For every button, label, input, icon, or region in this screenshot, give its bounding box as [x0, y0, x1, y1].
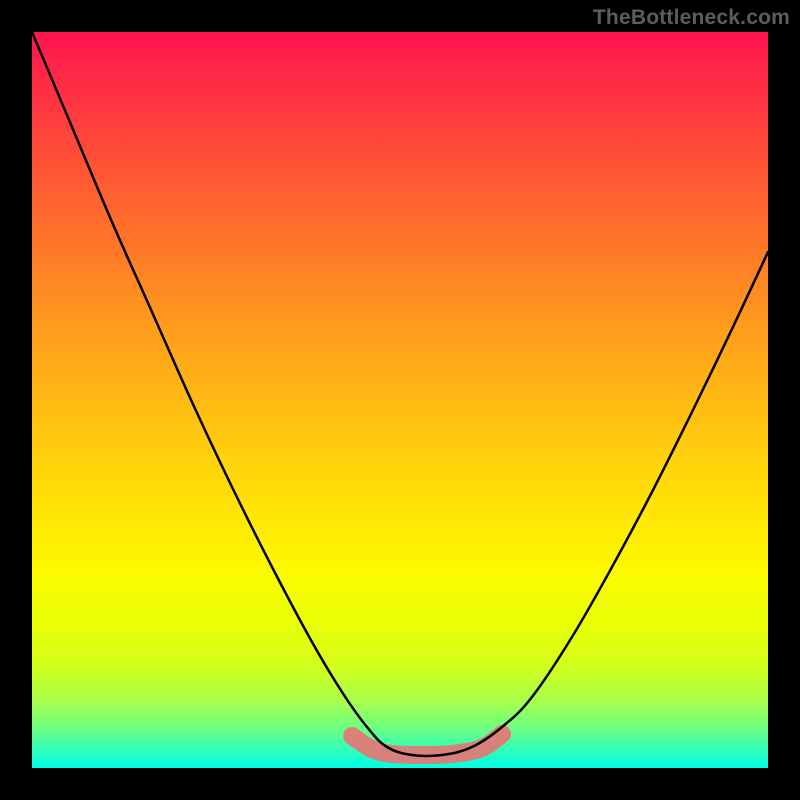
chart-frame: TheBottleneck.com [0, 0, 800, 800]
curve-svg [32, 32, 768, 768]
plot-area [32, 32, 768, 768]
watermark-text: TheBottleneck.com [593, 6, 790, 30]
curve-line [32, 32, 768, 756]
